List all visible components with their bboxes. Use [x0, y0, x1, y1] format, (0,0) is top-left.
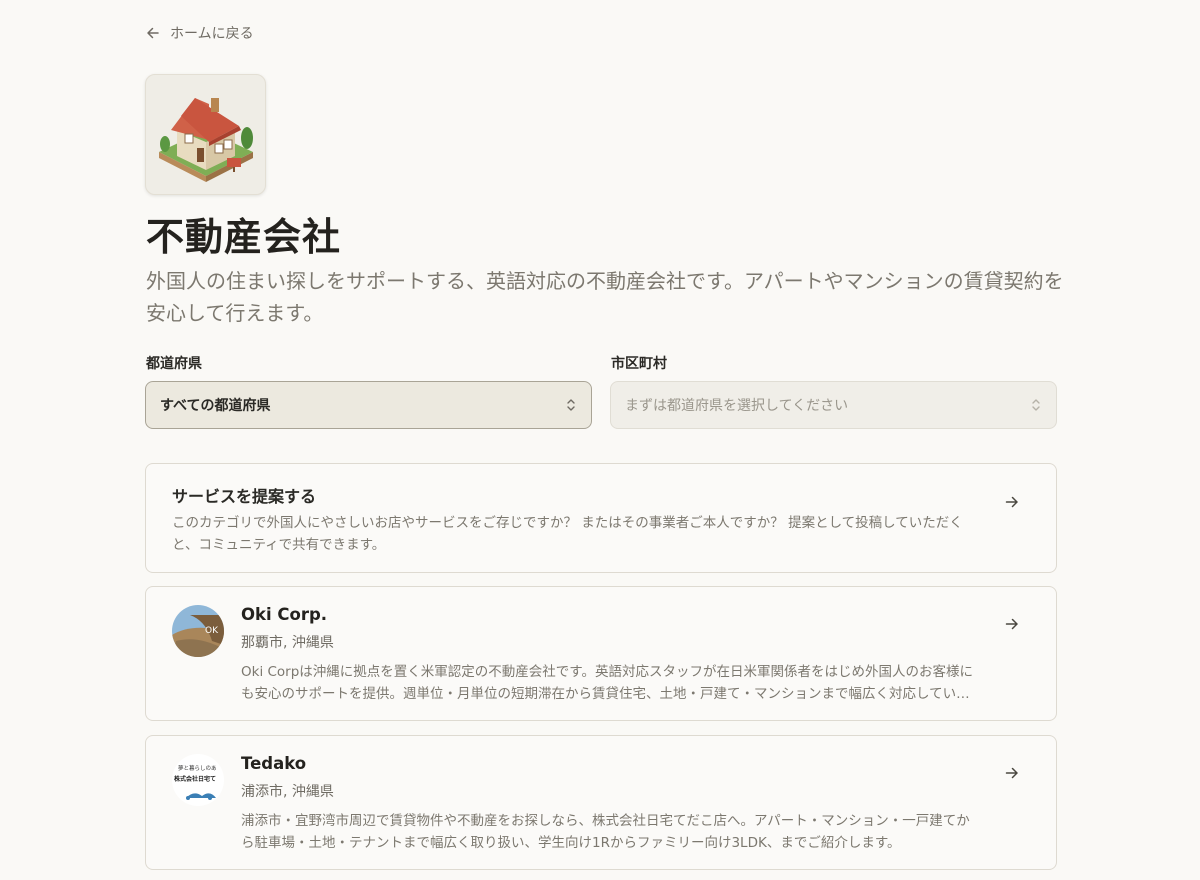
chevron-up-down-icon: [567, 399, 575, 411]
prefecture-select-value: すべての都道府県: [160, 398, 271, 414]
arrow-right-icon: [1005, 767, 1018, 779]
listing-description: 浦添市・宜野湾市周辺で賃貸物件や不動産をお探しなら、株式会社日宅てだこ店へ。アパ…: [241, 813, 970, 851]
listing-avatar-company: 株式会社日宅て: [174, 775, 216, 783]
listing-card[interactable]: 夢と暮らしのあ 株式会社日宅て Tedako 浦添市, 沖縄県 浦添市・宜野湾市…: [145, 735, 1057, 870]
listing-location: 那覇市, 沖縄県: [241, 635, 334, 651]
city-select-placeholder: まずは都道府県を選択してください: [625, 398, 849, 414]
listing-name: Oki Corp.: [241, 605, 328, 624]
back-link-label: ホームに戻る: [170, 26, 254, 42]
suggest-text: このカテゴリで外国人にやさしいお店やサービスをご存じですか？ またはその事業者ご…: [172, 515, 963, 553]
prefecture-label: 都道府県: [146, 356, 202, 372]
listing-name: Tedako: [241, 754, 307, 773]
chevron-up-down-icon: [1032, 399, 1040, 411]
page: ホームに戻る 不動産会社 外国人の住まい探しをサポートする、英語対応の不動産会社…: [0, 0, 1200, 880]
suggest-service-card[interactable]: サービスを提案する このカテゴリで外国人にやさしいお店やサービスをご存じですか？…: [145, 463, 1057, 573]
back-link[interactable]: ホームに戻る: [146, 22, 254, 44]
page-title: 不動産会社: [146, 215, 342, 259]
prefecture-select[interactable]: すべての都道府県: [145, 381, 592, 429]
listing-location: 浦添市, 沖縄県: [241, 784, 334, 800]
suggest-title: サービスを提案する: [172, 487, 317, 506]
listing-card[interactable]: OK Oki Corp. 那覇市, 沖縄県 Oki Corpは沖縄に拠点を置く米…: [145, 586, 1057, 721]
arrow-right-icon: [1005, 496, 1018, 508]
listing-avatar: OK: [172, 605, 224, 657]
listing-avatar: 夢と暮らしのあ 株式会社日宅て: [172, 754, 224, 806]
arrow-left-icon: [147, 27, 159, 39]
city-select[interactable]: まずは都道府県を選択してください: [610, 381, 1057, 429]
city-label: 市区町村: [611, 356, 667, 372]
arrow-right-icon: [1005, 618, 1018, 630]
listing-description: Oki Corpは沖縄に拠点を置く米軍認定の不動産会社です。英語対応スタッフが在…: [241, 664, 973, 702]
category-house-icon: [145, 74, 266, 195]
listing-avatar-tagline: 夢と暮らしのあ: [178, 764, 217, 772]
listing-avatar-text: OK: [205, 626, 219, 636]
page-description: 外国人の住まい探しをサポートする、英語対応の不動産会社です。アパートやマンション…: [146, 269, 1064, 325]
